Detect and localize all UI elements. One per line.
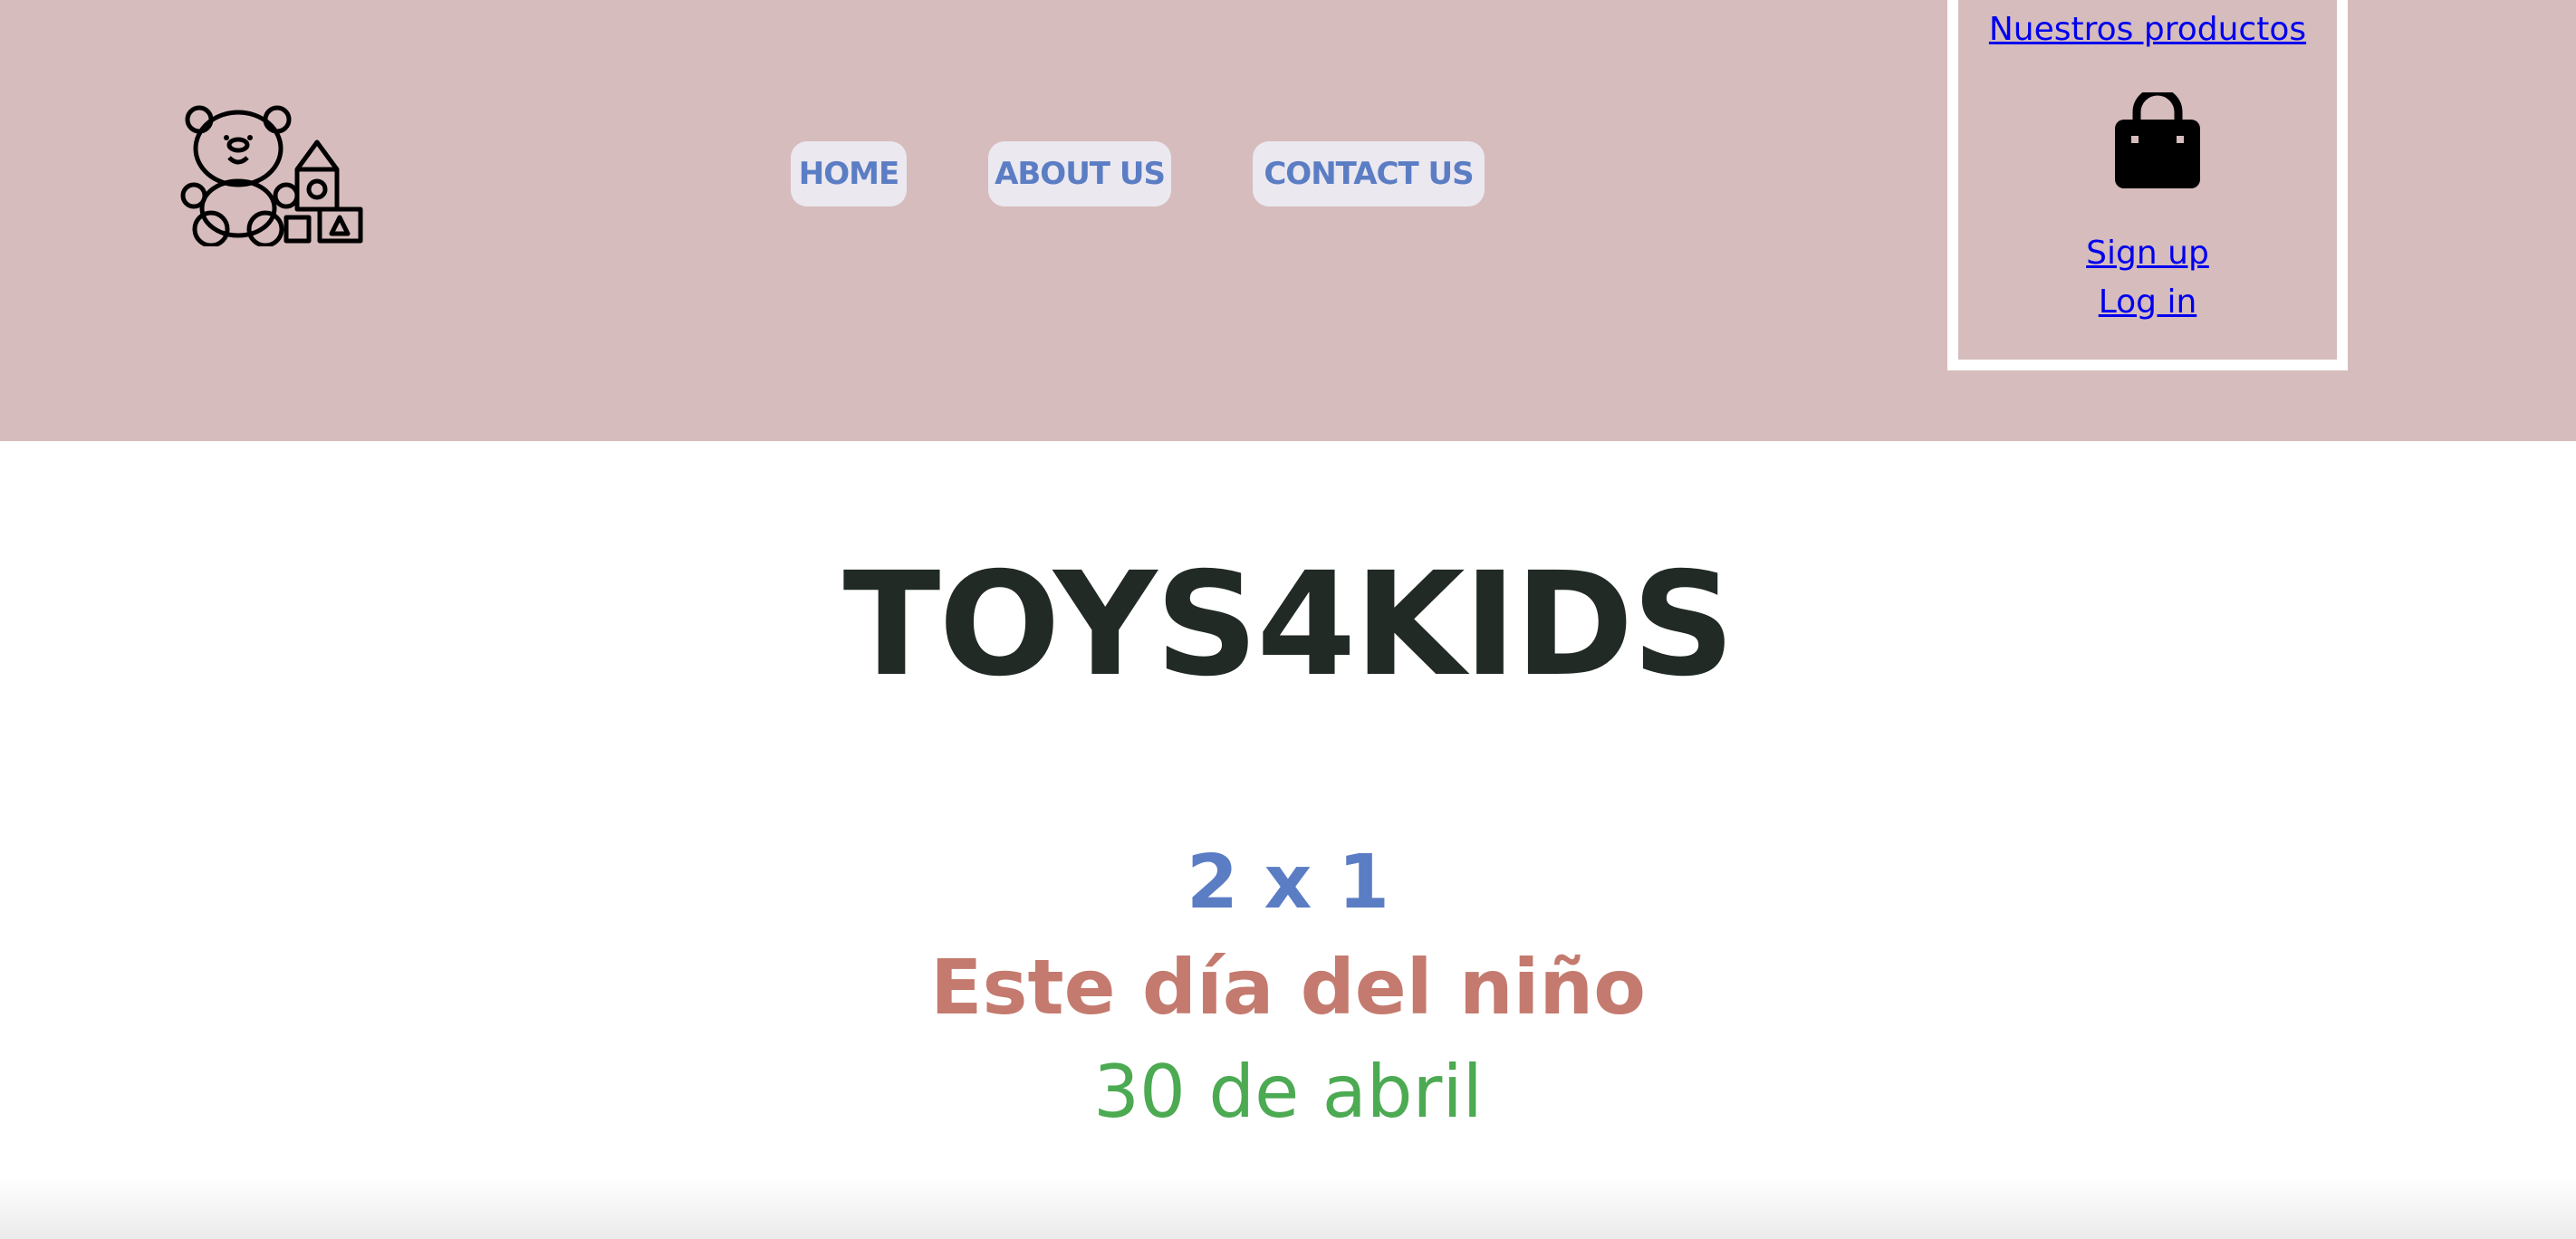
promo-occasion: Este día del niño [930, 943, 1646, 1032]
teddy-bear-logo-icon[interactable] [179, 101, 365, 246]
promo-offer: 2 x 1 [1186, 840, 1390, 926]
page-title: TOYS4KIDS [842, 542, 1735, 708]
nav-about-button[interactable]: ABOUT US [988, 141, 1171, 206]
signup-link[interactable]: Sign up [1958, 235, 2337, 272]
products-link[interactable]: Nuestros productos [1958, 11, 2337, 48]
nav-home-button[interactable]: HOME [791, 141, 907, 206]
account-panel: Nuestros productos Sign up Log in [1947, 0, 2348, 370]
shopping-bag-icon[interactable] [2113, 92, 2202, 190]
login-link[interactable]: Log in [1958, 283, 2337, 321]
nav-contact-button[interactable]: CONTACT US [1253, 141, 1485, 206]
promo-date: 30 de abril [1093, 1050, 1483, 1134]
site-header: HOME ABOUT US CONTACT US Nuestros produc… [0, 0, 2576, 441]
bottom-shadow [0, 1177, 2576, 1239]
